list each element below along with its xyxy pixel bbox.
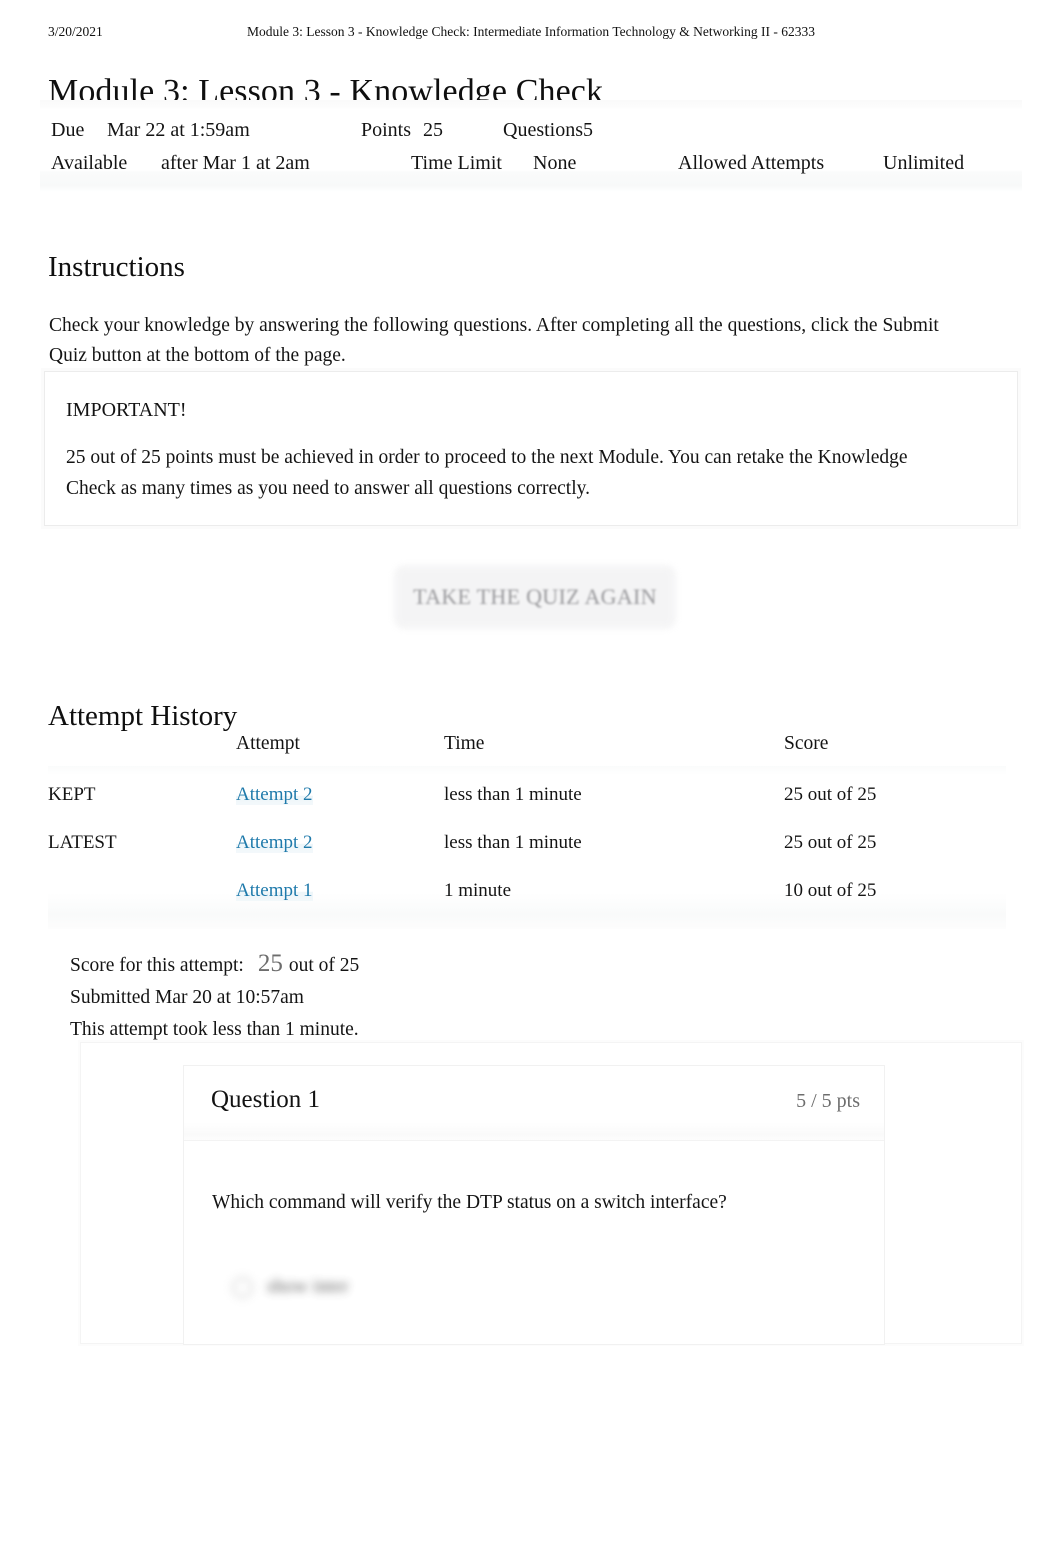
important-title: IMPORTANT! xyxy=(66,399,187,421)
answer-option-label: show inter xyxy=(267,1276,349,1297)
score-label: Score for this attempt: xyxy=(70,955,244,976)
table-row: LATEST Attempt 2 less than 1 minute 25 o… xyxy=(48,819,1006,867)
important-text: 25 out of 25 points must be achieved in … xyxy=(66,447,908,499)
quiz-meta-row-2: Available after Mar 1 at 2am Time Limit … xyxy=(40,147,1022,180)
print-header: 3/20/2021 Module 3: Lesson 3 - Knowledge… xyxy=(0,24,1062,44)
attempt-row-score: 25 out of 25 xyxy=(784,784,877,805)
questions-value: 5 xyxy=(583,119,593,141)
points-value: 25 xyxy=(423,119,443,141)
available-value: after Mar 1 at 2am xyxy=(161,152,310,174)
score-outof: out of 25 xyxy=(288,955,360,976)
questions-label: Questions xyxy=(503,119,583,141)
radio-button-icon[interactable] xyxy=(232,1276,253,1298)
available-label: Available xyxy=(51,152,128,174)
time-limit-value: None xyxy=(533,152,577,174)
score-for-attempt-line: Score for this attempt: 25 out of 25 xyxy=(70,948,870,982)
score-summary: Score for this attempt: 25 out of 25 Submi… xyxy=(70,948,870,1046)
attempt-row-score: 10 out of 25 xyxy=(784,880,877,901)
column-header-tag xyxy=(48,733,236,771)
attempt-row-tag: LATEST xyxy=(48,832,117,853)
attempt-row-link-cell: Attempt 2 xyxy=(236,771,444,819)
attempt-link[interactable]: Attempt 2 xyxy=(236,784,313,805)
attempt-row-time: 1 minute xyxy=(444,880,512,901)
table-row: KEPT Attempt 2 less than 1 minute 25 out… xyxy=(48,771,1006,819)
quiz-meta-row-1: Due Mar 22 at 1:59am Points 25 Questions… xyxy=(40,114,1022,147)
print-header-title: Module 3: Lesson 3 - Knowledge Check: In… xyxy=(247,24,815,39)
attempt-history-heading: Attempt History xyxy=(48,700,238,733)
allowed-attempts-value: Unlimited xyxy=(883,152,965,174)
attempt-link[interactable]: Attempt 2 xyxy=(236,832,313,853)
submitted-line: Submitted Mar 20 at 10:57am xyxy=(70,987,304,1008)
attempt-row-tag: KEPT xyxy=(48,784,96,805)
score-value: 25 xyxy=(257,950,283,977)
question-title: Question 1 xyxy=(211,1086,321,1113)
attempt-table-header-row: Attempt Time Score xyxy=(48,733,1006,771)
attempt-row-time: less than 1 minute xyxy=(444,784,582,805)
question-text: Which command will verify the DTP status… xyxy=(212,1192,727,1213)
attempt-history-table: Attempt Time Score KEPT Attempt 2 less t… xyxy=(48,733,1006,915)
due-label: Due xyxy=(51,119,85,141)
answer-option[interactable]: show inter xyxy=(232,1276,349,1298)
column-header-time: Time xyxy=(444,733,485,754)
take-quiz-again-label: TAKE THE QUIZ AGAIN xyxy=(413,584,657,609)
column-header-score: Score xyxy=(784,733,829,754)
question-header: Question 1 5 / 5 pts xyxy=(184,1066,884,1141)
important-callout: IMPORTANT! 25 out of 25 points must be a… xyxy=(44,371,1018,526)
time-limit-label: Time Limit xyxy=(411,152,502,174)
attempt-row-tag xyxy=(48,867,236,915)
attempt-row-link-cell: Attempt 1 xyxy=(236,867,444,915)
column-header-attempt: Attempt xyxy=(236,733,300,754)
instructions-body: Check your knowledge by answering the fo… xyxy=(49,314,939,366)
question-points: 5 / 5 pts xyxy=(796,1090,860,1112)
points-label: Points xyxy=(361,119,412,141)
question-container: Question 1 5 / 5 pts Which command will … xyxy=(183,1065,885,1345)
instructions-heading: Instructions xyxy=(48,251,185,284)
take-quiz-again-button[interactable]: TAKE THE QUIZ AGAIN xyxy=(395,566,675,628)
question-container-outer: Question 1 5 / 5 pts Which command will … xyxy=(80,1042,1022,1345)
due-value: Mar 22 at 1:59am xyxy=(107,119,250,141)
attempt-row-score: 25 out of 25 xyxy=(784,832,877,853)
allowed-attempts-label: Allowed Attempts xyxy=(678,152,825,174)
quiz-meta-block: Due Mar 22 at 1:59am Points 25 Questions… xyxy=(40,100,1022,192)
attempt-link[interactable]: Attempt 1 xyxy=(236,880,313,901)
table-row: Attempt 1 1 minute 10 out of 25 xyxy=(48,867,1006,915)
attempt-row-link-cell: Attempt 2 xyxy=(236,819,444,867)
attempt-row-time: less than 1 minute xyxy=(444,832,582,853)
